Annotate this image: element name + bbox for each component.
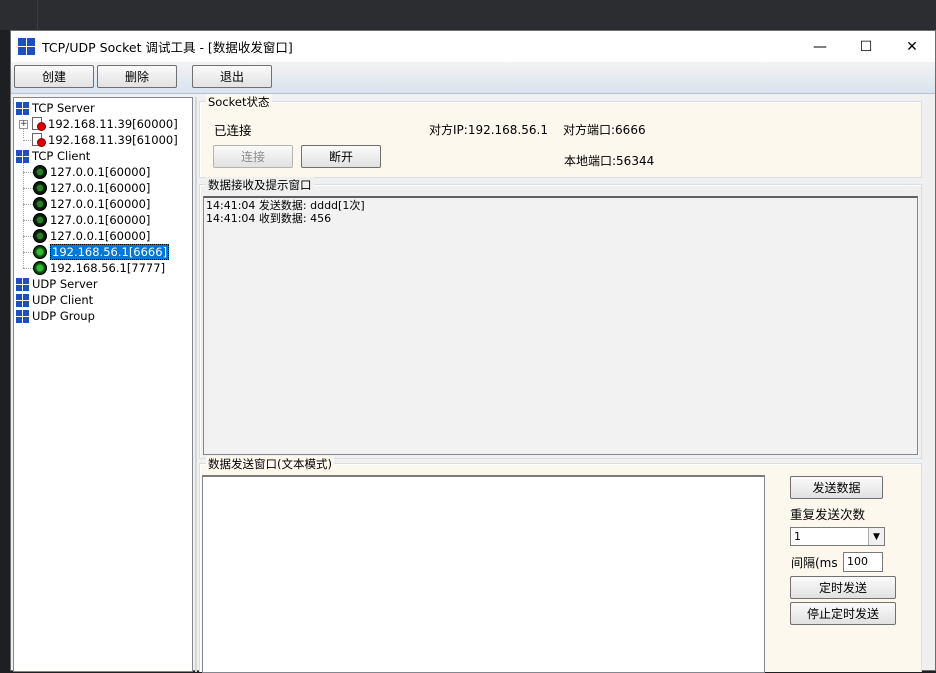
send-data-button[interactable]: 发送数据 <box>790 476 883 499</box>
receive-log[interactable]: 14:41:04 发送数据: dddd[1次] 14:41:04 收到数据: 4… <box>203 196 918 455</box>
tree-item-server-2[interactable]: 192.168.11.39[61000] <box>31 132 178 148</box>
remote-ip: 对方IP:192.168.56.1 <box>429 123 548 137</box>
tree-label: 192.168.11.39[60000] <box>48 117 178 131</box>
tree-label: 192.168.11.39[61000] <box>48 133 178 147</box>
server-listen-icon <box>31 132 46 148</box>
tree-item-server-1[interactable]: + 192.168.11.39[60000] <box>19 116 178 132</box>
connection-icon <box>33 213 47 227</box>
log-line: 14:41:04 发送数据: dddd[1次] <box>206 199 365 212</box>
tree-label: UDP Server <box>32 277 98 291</box>
group-icon <box>16 293 29 307</box>
tree-label-selected: 192.168.56.1[6666] <box>50 244 170 260</box>
server-listen-icon <box>31 116 46 132</box>
tree-label: 127.0.0.1[60000] <box>50 229 151 243</box>
log-line: 14:41:04 收到数据: 456 <box>206 212 332 225</box>
tree-item-client-5[interactable]: 127.0.0.1[60000] <box>33 228 150 244</box>
tree-item-udp-client[interactable]: UDP Client <box>16 292 93 308</box>
tree-item-udp-group[interactable]: UDP Group <box>16 308 95 324</box>
group-icon <box>16 149 29 163</box>
connection-state: 已连接 <box>214 123 252 138</box>
desktop-divider <box>37 0 38 30</box>
app-icon <box>18 37 36 56</box>
splitter[interactable] <box>195 97 197 672</box>
exit-button[interactable]: 退出 <box>192 65 272 88</box>
socket-tree[interactable]: TCP Server + 192.168.11.39[60000] 192.16… <box>13 97 193 672</box>
connect-button[interactable]: 连接 <box>213 145 293 168</box>
group-icon <box>16 101 29 115</box>
tree-label: 127.0.0.1[60000] <box>50 181 151 195</box>
send-panel: 数据发送窗口(文本模式) 发送数据 重复发送次数 1 ▼ 间隔(ms 100 定… <box>199 456 922 673</box>
desktop-background-top <box>0 0 936 30</box>
tree-item-client-7[interactable]: 192.168.56.1[7777] <box>33 260 165 276</box>
timed-send-button[interactable]: 定时发送 <box>790 576 896 599</box>
interval-input[interactable]: 100 <box>843 552 883 572</box>
disconnect-button[interactable]: 断开 <box>301 145 381 168</box>
connection-icon <box>33 197 47 211</box>
toolbar: 创建 删除 退出 <box>11 62 935 94</box>
group-icon <box>16 277 29 291</box>
tree-label: UDP Client <box>32 293 94 307</box>
stop-timed-send-button[interactable]: 停止定时发送 <box>790 602 896 625</box>
send-textarea[interactable] <box>202 475 765 673</box>
connection-icon <box>33 165 47 179</box>
chevron-down-icon[interactable]: ▼ <box>868 528 884 545</box>
repeat-count-label: 重复发送次数 <box>790 507 866 522</box>
tree-label: 127.0.0.1[60000] <box>50 213 151 227</box>
tree-label: 192.168.56.1[7777] <box>50 261 166 275</box>
tree-item-client-6-selected[interactable]: 192.168.56.1[6666] <box>33 244 170 260</box>
app-window: TCP/UDP Socket 调试工具 - [数据收发窗口] — ☐ ✕ 创建 … <box>10 30 936 673</box>
receive-title: 数据接收及提示窗口 <box>206 177 314 193</box>
local-port: 本地端口:56344 <box>564 154 655 168</box>
tree-label: TCP Client <box>32 149 91 163</box>
delete-button[interactable]: 删除 <box>97 65 177 88</box>
tree-label: 127.0.0.1[60000] <box>50 197 151 211</box>
tree-item-client-1[interactable]: 127.0.0.1[60000] <box>33 164 150 180</box>
window-title: TCP/UDP Socket 调试工具 - [数据收发窗口] <box>42 40 293 55</box>
repeat-count-select[interactable]: 1 ▼ <box>790 527 885 546</box>
remote-port: 对方端口:6666 <box>563 123 646 137</box>
close-button[interactable]: ✕ <box>889 31 935 62</box>
tree-label: TCP Server <box>32 101 95 115</box>
expand-icon[interactable]: + <box>19 119 28 129</box>
socket-status-title: Socket状态 <box>206 94 272 110</box>
tree-item-client-2[interactable]: 127.0.0.1[60000] <box>33 180 150 196</box>
title-bar[interactable]: TCP/UDP Socket 调试工具 - [数据收发窗口] — ☐ ✕ <box>11 31 935 62</box>
interval-label: 间隔(ms <box>791 556 838 570</box>
tree-item-client-4[interactable]: 127.0.0.1[60000] <box>33 212 150 228</box>
minimize-button[interactable]: — <box>797 31 843 62</box>
connection-icon <box>33 245 47 259</box>
maximize-button[interactable]: ☐ <box>843 31 889 62</box>
socket-status-panel: Socket状态 已连接 对方IP:192.168.56.1 对方端口:6666… <box>199 94 922 178</box>
group-icon <box>16 309 29 323</box>
connection-icon <box>33 261 47 275</box>
tree-label: UDP Group <box>32 309 95 323</box>
tree-label: 127.0.0.1[60000] <box>50 165 151 179</box>
connection-icon <box>33 229 47 243</box>
repeat-count-value: 1 <box>794 530 801 543</box>
tree-item-tcp-client[interactable]: TCP Client <box>16 148 90 164</box>
send-title: 数据发送窗口(文本模式) <box>206 456 334 472</box>
tree-item-client-3[interactable]: 127.0.0.1[60000] <box>33 196 150 212</box>
connection-icon <box>33 181 47 195</box>
tree-item-tcp-server[interactable]: TCP Server <box>16 100 95 116</box>
receive-panel: 数据接收及提示窗口 14:41:04 发送数据: dddd[1次] 14:41:… <box>199 177 922 459</box>
create-button[interactable]: 创建 <box>14 65 94 88</box>
tree-item-udp-server[interactable]: UDP Server <box>16 276 98 292</box>
